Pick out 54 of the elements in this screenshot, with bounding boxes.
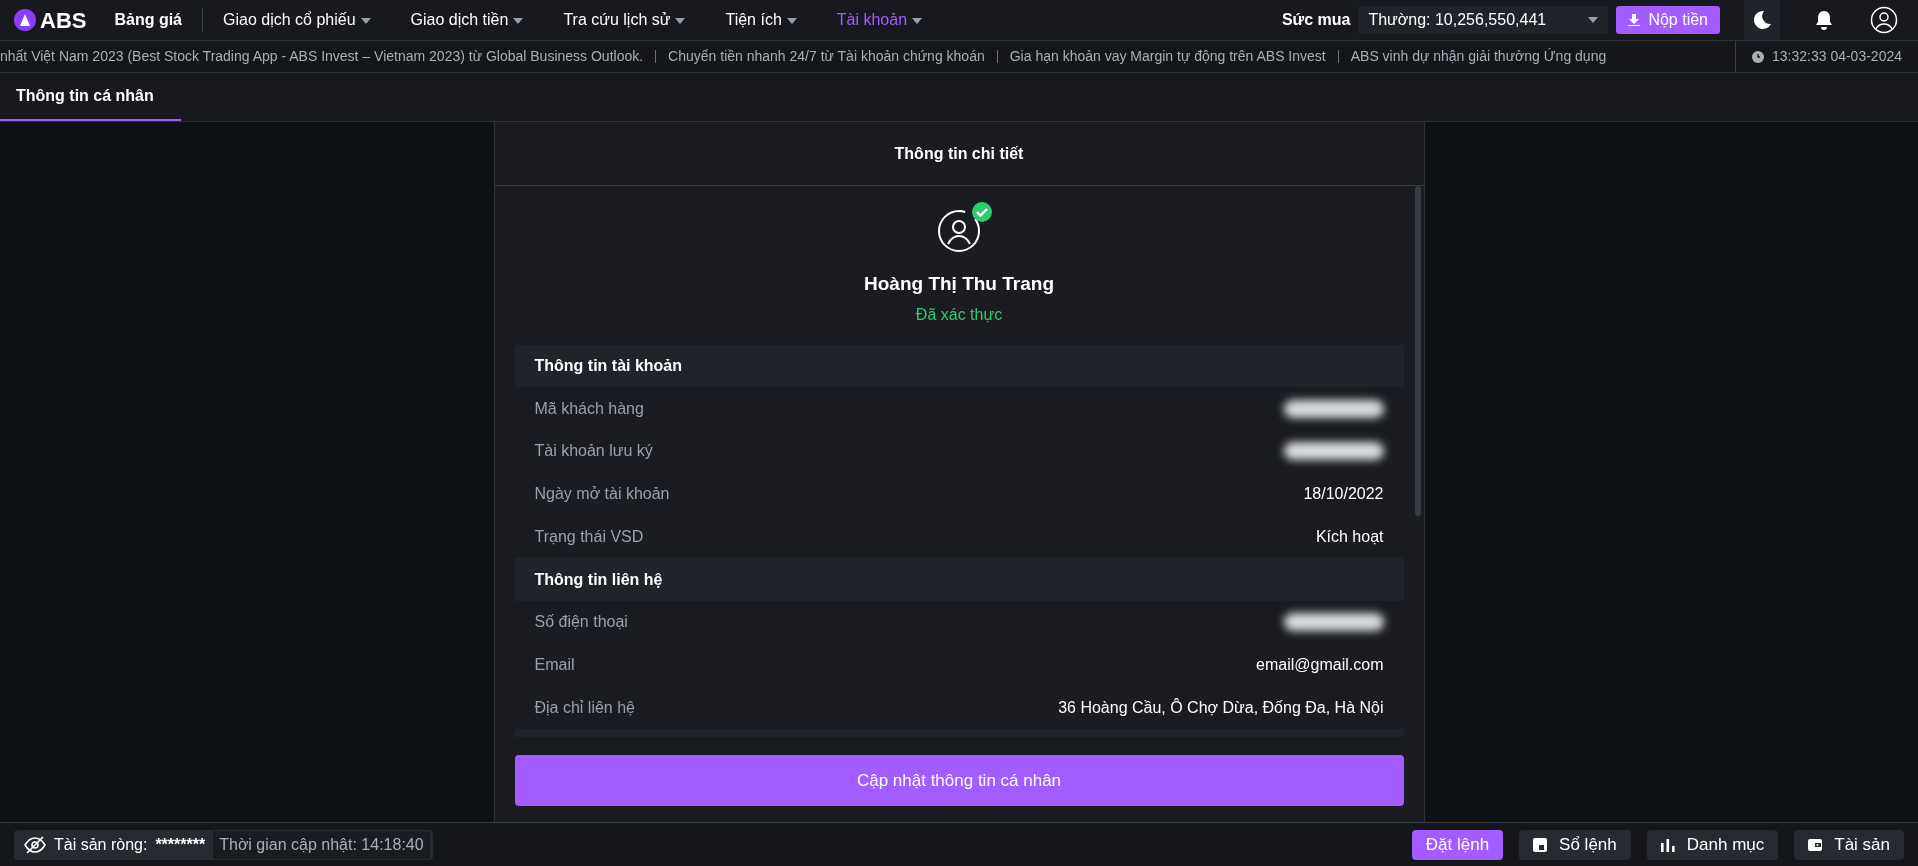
nav-item[interactable]: Giao dịch tiền: [390, 8, 544, 32]
user-icon[interactable]: [1870, 6, 1898, 34]
update-time: Thời gian cập nhật: 14:18:40: [213, 830, 430, 859]
bar-chart-icon: [1660, 837, 1675, 852]
clock-text: 13:32:33 04-03-2024: [1772, 47, 1902, 66]
section-heading: Thông tin liên hệ: [534, 569, 663, 590]
footer-button[interactable]: Đặt lệnh: [1411, 829, 1504, 860]
net-assets-label: Tài sản ròng:: [54, 834, 148, 855]
field-value: 18/10/2022: [1303, 484, 1384, 505]
footer-button[interactable]: Danh mục: [1646, 829, 1779, 860]
caret-icon: [1588, 17, 1599, 23]
field-label: Trạng thái VSD: [534, 526, 644, 547]
field-label: Email: [534, 655, 575, 675]
nav-item[interactable]: Tra cứu lịch sử: [543, 8, 706, 32]
logo-icon: [14, 9, 36, 31]
nav-item[interactable]: Giao dịch cổ phiếu: [203, 8, 391, 32]
scrollbar[interactable]: [1414, 186, 1421, 516]
download-icon: [1628, 14, 1641, 26]
field-label: Mã khách hàng: [534, 398, 644, 419]
field-label: Ngày mở tài khoản: [534, 484, 670, 505]
field-value: email@gmail.com: [1256, 655, 1384, 675]
buying-power-select[interactable]: Thường: 10,256,550,441: [1358, 6, 1609, 34]
footer-button[interactable]: Sổ lệnh: [1519, 829, 1631, 860]
field-label: Tài khoản lưu ký: [534, 441, 653, 462]
field-value: Kích hoạt: [1315, 526, 1384, 547]
panel-title: Thông tin chi tiết: [894, 143, 1024, 164]
verification-status: Đã xác thực: [915, 304, 1003, 325]
notebook-icon: [1533, 837, 1548, 852]
field-label: Số điện thoại: [534, 612, 628, 633]
news-ticker-item[interactable]: Chuyển tiền nhanh 24/7 từ Tài khoản chứng khoán: [668, 46, 985, 67]
logo-text: ABS: [40, 6, 87, 35]
nav-item[interactable]: Tài khoản: [816, 8, 943, 32]
deposit-button[interactable]: Nộp tiền: [1616, 6, 1720, 34]
net-assets-value: ********: [155, 834, 206, 855]
nav-item[interactable]: Tiện ích: [705, 8, 817, 32]
wallet-icon: [1808, 837, 1823, 852]
bell-icon[interactable]: [1814, 10, 1834, 30]
footer-button[interactable]: Tài sản: [1794, 829, 1904, 860]
field-label: Địa chỉ liên hệ: [534, 697, 635, 718]
moon-icon[interactable]: [1751, 9, 1773, 31]
news-ticker-item[interactable]: nhất Việt Nam 2023 (Best Stock Trading App - ABS Invest – Vietnam 2023) từ Global Business Outlook.: [0, 46, 644, 67]
news-ticker-item[interactable]: Gia hạn khoản vay Margin tự động trên ABS Invest: [1009, 46, 1326, 67]
clock-icon: [1752, 50, 1764, 63]
verified-check-icon: [972, 202, 992, 222]
user-name: Hoàng Thị Thu Trang: [864, 272, 1054, 296]
tab[interactable]: Thông tin cá nhân: [0, 73, 181, 121]
buying-power-label: Sức mua: [1281, 10, 1351, 30]
section-heading: Thông tin tài khoản: [534, 355, 683, 376]
nav-item[interactable]: Bảng giá: [94, 8, 202, 32]
user-avatar-icon: [936, 208, 982, 254]
update-profile-button[interactable]: Cập nhật thông tin cá nhân: [514, 755, 1404, 807]
eye-off-icon[interactable]: [24, 835, 46, 854]
news-ticker-item[interactable]: ABS vinh dự nhận giải thưởng Ứng dụng: [1350, 46, 1607, 67]
field-value: 36 Hoàng Cầu, Ô Chợ Dừa, Đống Đa, Hà Nội: [1058, 697, 1384, 718]
